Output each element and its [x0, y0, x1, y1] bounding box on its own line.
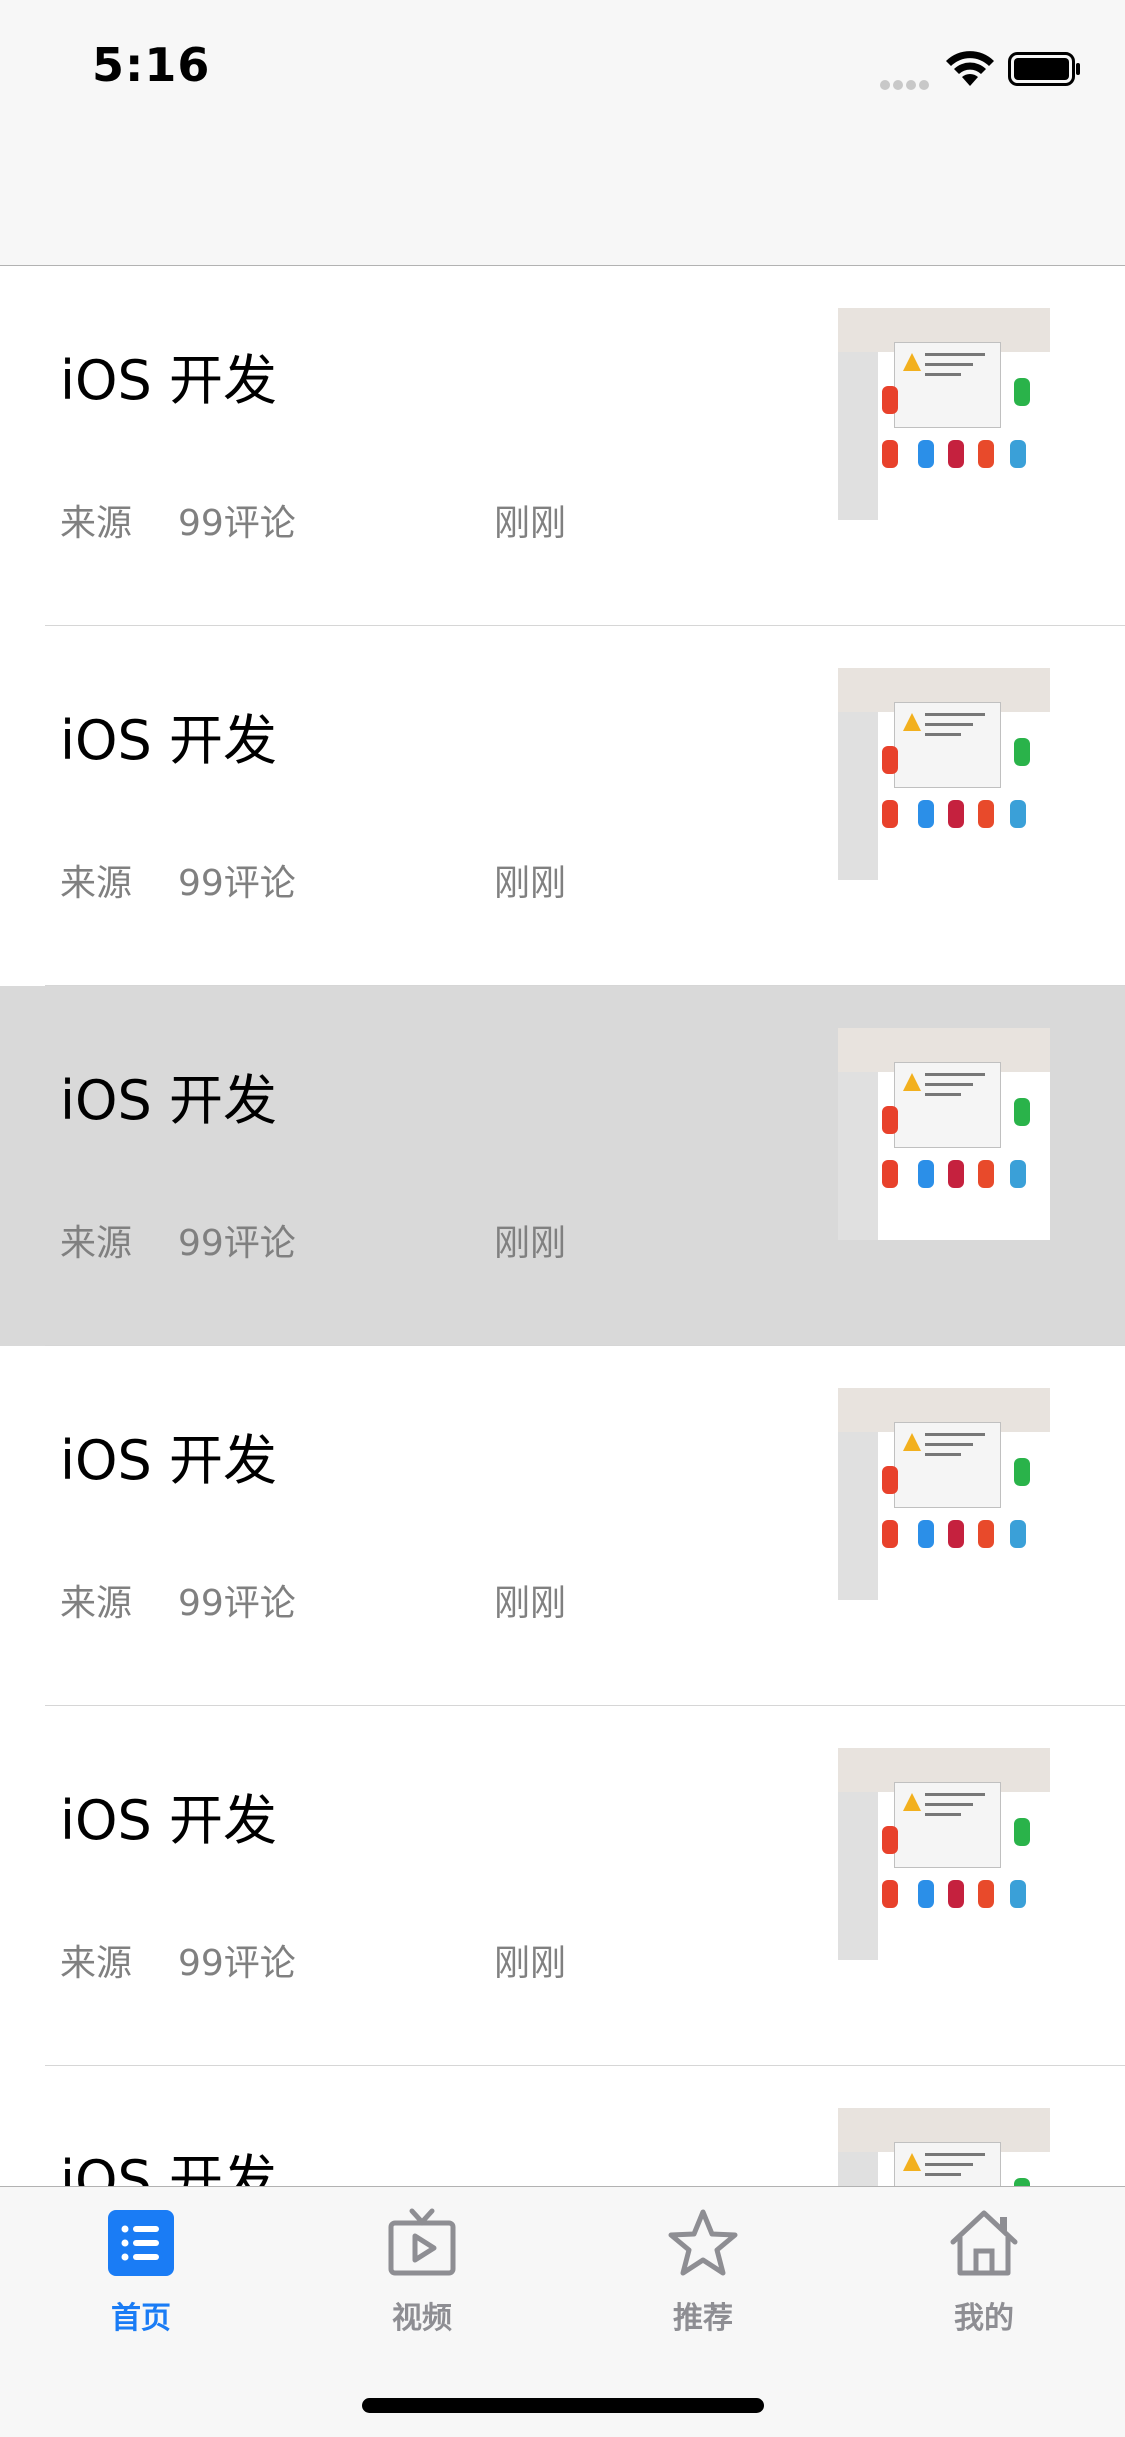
article-title: iOS 开发	[60, 1789, 277, 1852]
feed-row[interactable]: iOS 开发来源 99评论 刚刚	[0, 1346, 1125, 1706]
publish-time: 刚刚	[494, 1943, 567, 1984]
article-source: 来源	[60, 1583, 133, 1624]
home-indicator	[362, 2398, 764, 2413]
comment-count: 99评论	[178, 1943, 296, 1984]
tv-play-icon	[388, 2208, 456, 2276]
article-title: iOS 开发	[60, 349, 277, 412]
cellular-signal-icon	[880, 75, 934, 90]
article-thumbnail	[838, 1028, 1050, 1240]
comment-count: 99评论	[178, 1583, 296, 1624]
wifi-icon	[946, 51, 994, 86]
tab-home-label: 首页	[111, 2301, 171, 2336]
feed-row[interactable]: iOS 开发来源 99评论 刚刚	[0, 266, 1125, 626]
article-thumbnail	[838, 308, 1050, 520]
article-thumbnail	[838, 668, 1050, 880]
tab-home[interactable]: 首页	[0, 2207, 282, 2347]
feed-row[interactable]: iOS 开发来源 99评论 刚刚	[0, 1706, 1125, 2066]
article-source: 来源	[60, 503, 133, 544]
news-feed-list[interactable]: iOS 开发 来源 99评论 刚刚 iOS 开发 来源 99评论 刚刚 iOS 开发 来源 99评论…	[0, 266, 1125, 2186]
publish-time: 刚刚	[494, 863, 567, 904]
house-icon	[950, 2210, 1018, 2276]
tab-recommend-label: 推荐	[673, 2301, 733, 2336]
comment-count: 99评论	[178, 1223, 296, 1264]
article-source: 来源	[60, 1223, 133, 1264]
status-time: 5:16	[92, 38, 211, 92]
navigation-bar	[0, 132, 1125, 266]
list-icon	[108, 2210, 174, 2276]
publish-time: 刚刚	[494, 1223, 567, 1264]
feed-row[interactable]: iOS 开发来源 99评论 刚刚	[0, 626, 1125, 986]
status-bar: 5:16	[0, 0, 1125, 132]
tab-video-label: 视频	[392, 2301, 452, 2336]
battery-icon	[1008, 52, 1080, 86]
tab-profile[interactable]: 我的	[843, 2207, 1125, 2347]
article-thumbnail	[838, 2108, 1050, 2186]
tab-profile-label: 我的	[954, 2301, 1014, 2336]
article-title: iOS 开发	[60, 2149, 277, 2187]
feed-row[interactable]: iOS 开发来源 99评论 刚刚	[0, 986, 1125, 1346]
article-title: iOS 开发	[60, 1429, 277, 1492]
tab-recommend[interactable]: 推荐	[562, 2207, 844, 2347]
publish-time: 刚刚	[494, 503, 567, 544]
star-icon	[668, 2209, 738, 2276]
publish-time: 刚刚	[494, 1583, 567, 1624]
article-title: iOS 开发	[60, 709, 277, 772]
comment-count: 99评论	[178, 863, 296, 904]
article-source: 来源	[60, 1943, 133, 1984]
article-thumbnail	[838, 1388, 1050, 1600]
feed-row[interactable]: iOS 开发来源99评论刚刚	[0, 2066, 1125, 2186]
comment-count: 99评论	[178, 503, 296, 544]
article-source: 来源	[60, 863, 133, 904]
article-title: iOS 开发	[60, 1069, 277, 1132]
article-thumbnail	[838, 1748, 1050, 1960]
tab-video[interactable]: 视频	[281, 2207, 563, 2347]
